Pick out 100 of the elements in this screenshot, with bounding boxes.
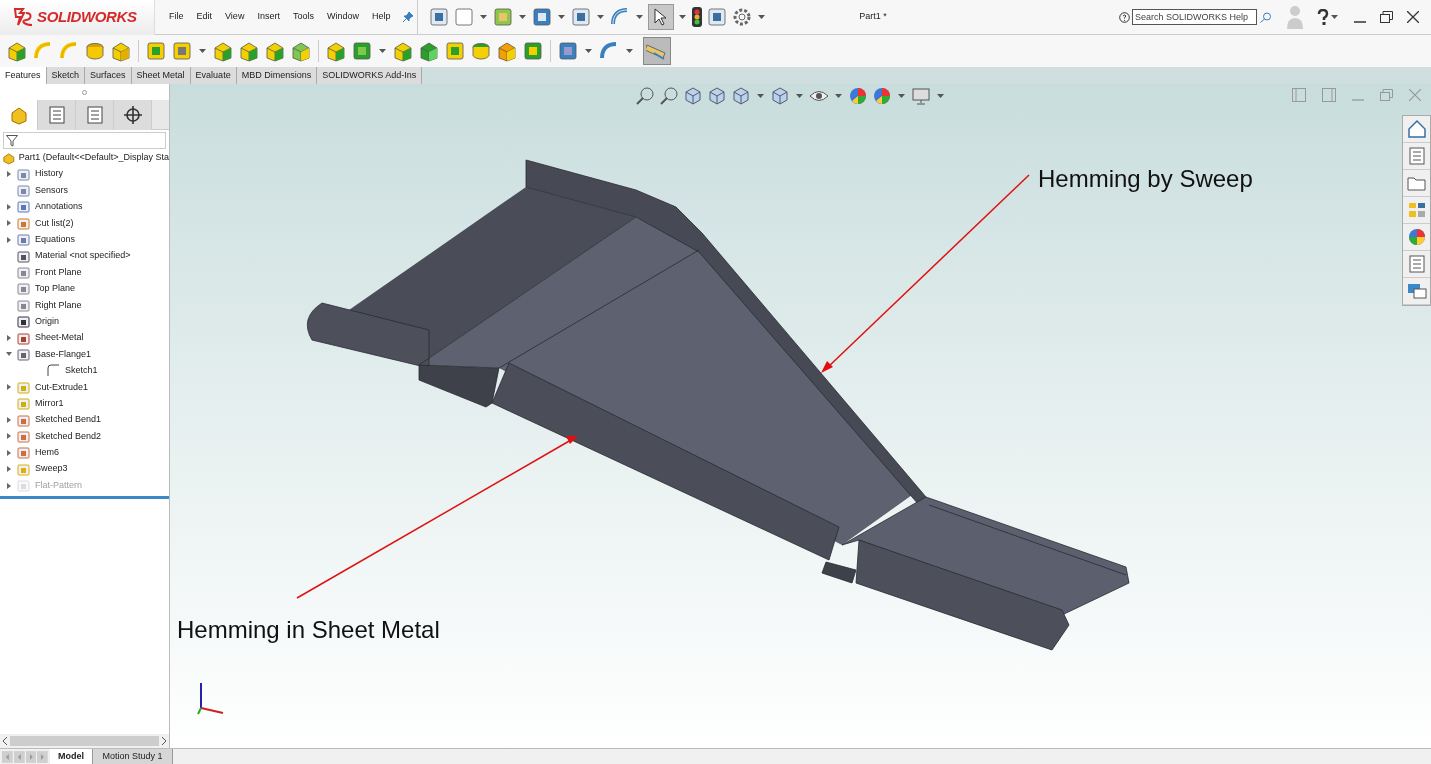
last-icon[interactable]: [37, 750, 48, 763]
close-icon[interactable]: [1407, 11, 1419, 23]
question-icon: [1119, 11, 1130, 23]
tree-item[interactable]: Sheet-Metal: [35, 331, 84, 345]
zoom-to-fit-icon[interactable]: [635, 86, 655, 106]
feature-manager-tab[interactable]: [0, 100, 38, 130]
caret-icon[interactable]: [1331, 15, 1338, 19]
tree-item[interactable]: Sketched Bend2: [35, 429, 102, 444]
caret-icon[interactable]: [626, 49, 633, 53]
tree-item[interactable]: Annotations: [35, 200, 83, 214]
horizontal-scrollbar[interactable]: [0, 734, 169, 748]
pin-icon[interactable]: [403, 12, 414, 22]
caret-icon[interactable]: [757, 94, 764, 98]
tree-item[interactable]: Equations: [35, 233, 76, 247]
tree-item[interactable]: Cut-Extrude1: [35, 380, 89, 394]
command-tab[interactable]: Surfaces: [85, 67, 132, 84]
tree-item[interactable]: Top Plane: [35, 282, 76, 296]
tree-item[interactable]: Cut list(2): [35, 216, 74, 231]
caret-icon[interactable]: [796, 94, 803, 98]
tree-item[interactable]: Hem6: [35, 446, 59, 460]
caret-icon[interactable]: [898, 94, 905, 98]
callout-label: Hemming by Sweep: [1038, 164, 1253, 194]
command-tab[interactable]: Evaluate: [190, 67, 237, 84]
select-pointer-button[interactable]: [648, 4, 674, 30]
collapsed-arrow-icon[interactable]: [6, 220, 12, 227]
collapsed-arrow-icon[interactable]: [6, 449, 12, 456]
scroll-left-icon[interactable]: [2, 737, 8, 745]
appearances-icon[interactable]: [1406, 227, 1427, 247]
caret-icon[interactable]: [480, 15, 487, 19]
caret-icon[interactable]: [597, 15, 604, 19]
command-tab[interactable]: SOLIDWORKS Add-Ins: [317, 67, 423, 84]
search-icon[interactable]: [1259, 11, 1273, 23]
caret-icon[interactable]: [937, 94, 944, 98]
tree-item[interactable]: Material <not specified>: [35, 249, 131, 263]
menu-item[interactable]: File: [169, 10, 184, 24]
tree-item[interactable]: Mirror1: [35, 396, 64, 411]
tree-item[interactable]: History: [35, 167, 63, 181]
app-logo-text: SOLIDWORKS: [37, 6, 137, 27]
new-document-icon[interactable]: [453, 6, 475, 28]
menu-item[interactable]: Window: [326, 10, 359, 24]
command-tab[interactable]: Sheet Metal: [131, 67, 191, 84]
command-tab[interactable]: Features: [0, 67, 47, 84]
menu-item[interactable]: Insert: [257, 10, 280, 24]
panel-grip-icon[interactable]: [82, 89, 87, 95]
caret-icon[interactable]: [199, 49, 206, 53]
expanded-arrow-icon[interactable]: [6, 351, 12, 358]
ruler-icon: [646, 41, 668, 61]
filter-field[interactable]: [3, 132, 166, 149]
tree-item[interactable]: Sketched Bend1: [35, 413, 102, 427]
tree-root-item[interactable]: Part1 (Default<<Default>_Display Sta: [18, 151, 169, 165]
command-tab[interactable]: Sketch: [46, 67, 86, 84]
menu-item[interactable]: Edit: [196, 10, 213, 24]
help-icon[interactable]: [1317, 9, 1329, 25]
caret-icon[interactable]: [379, 49, 386, 53]
caret-icon[interactable]: [636, 15, 643, 19]
caret-icon[interactable]: [519, 15, 526, 19]
next-icon[interactable]: [25, 750, 37, 763]
restore-icon[interactable]: [1380, 11, 1393, 23]
caret-icon[interactable]: [758, 15, 765, 19]
tree-item[interactable]: Right Plane: [35, 298, 82, 313]
caret-icon[interactable]: [558, 15, 565, 19]
menu-item[interactable]: Tools: [292, 10, 314, 24]
menu-item[interactable]: View: [225, 10, 245, 24]
collapsed-arrow-icon[interactable]: [6, 236, 12, 243]
instant3d-button[interactable]: [643, 37, 671, 65]
collapsed-arrow-icon[interactable]: [6, 335, 12, 342]
scene-icon[interactable]: [872, 86, 892, 106]
caret-icon[interactable]: [679, 15, 686, 19]
crosshair-icon: [122, 105, 143, 125]
edit-appearance-icon[interactable]: [848, 86, 868, 106]
caret-icon[interactable]: [835, 94, 842, 98]
tree-item[interactable]: Sensors: [35, 183, 69, 198]
bottom-tab[interactable]: Motion Study 1: [93, 749, 173, 764]
tree-item[interactable]: Front Plane: [35, 265, 82, 280]
tree-item[interactable]: Base-Flange1: [35, 347, 92, 362]
forum-icon[interactable]: [1406, 281, 1427, 301]
collapsed-arrow-icon[interactable]: [6, 171, 12, 178]
collapsed-arrow-icon[interactable]: [6, 203, 12, 210]
bottom-tab[interactable]: Model: [50, 749, 93, 764]
command-tab[interactable]: MBD Dimensions: [236, 67, 318, 84]
collapsed-arrow-icon[interactable]: [6, 433, 12, 440]
scroll-right-icon[interactable]: [161, 737, 167, 745]
collapsed-arrow-icon[interactable]: [6, 466, 12, 473]
zoom-area-icon[interactable]: [659, 86, 679, 106]
tree-item[interactable]: Sweep3: [35, 462, 68, 476]
filter-icon: [6, 134, 18, 147]
caret-icon[interactable]: [585, 49, 592, 53]
help-search-field[interactable]: Search SOLIDWORKS Help: [1132, 9, 1257, 25]
collapsed-arrow-icon[interactable]: [6, 417, 12, 424]
view-palette-icon[interactable]: [1406, 200, 1427, 220]
property-manager-tab[interactable]: [38, 100, 76, 130]
menu-item[interactable]: Help: [371, 10, 391, 24]
tree-item[interactable]: Sketch1: [65, 364, 98, 378]
traffic-light-icon[interactable]: [691, 6, 703, 28]
dimxpert-tab[interactable]: [114, 100, 152, 130]
pointer-icon: [654, 8, 668, 26]
collapsed-arrow-icon[interactable]: [6, 384, 12, 391]
settings-icon[interactable]: [731, 6, 753, 28]
tree-item[interactable]: Origin: [35, 314, 59, 329]
document-title: Part1 *: [859, 10, 887, 24]
